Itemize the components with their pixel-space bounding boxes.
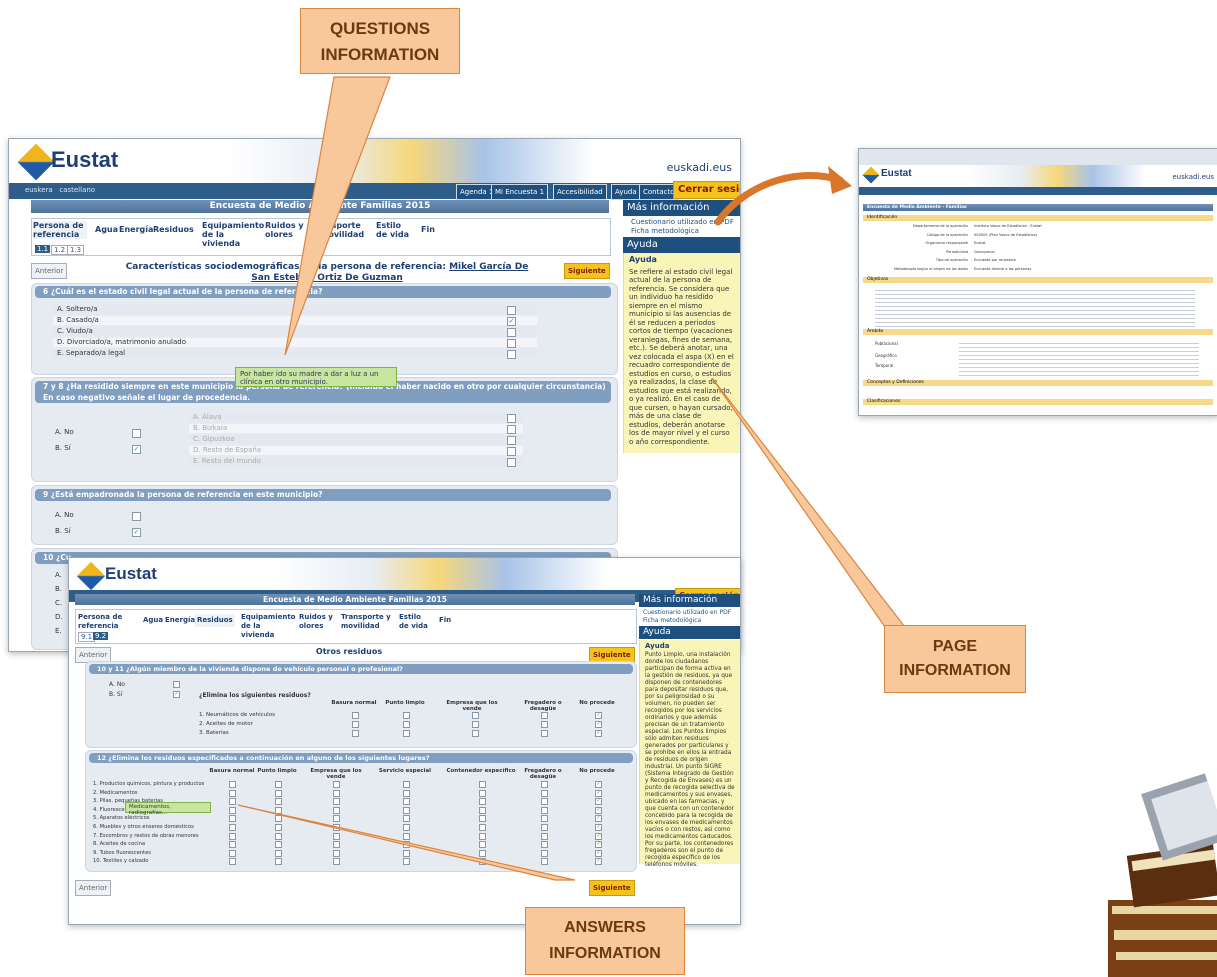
answers-information-callout: ANSWERS INFORMATION: [525, 907, 685, 975]
identification-value: Instituto Vasco de Estadística - Eustat: [974, 224, 1042, 228]
curved-arrow: [714, 172, 844, 226]
identification-value: Encuesta directa a las personas: [974, 266, 1032, 271]
callout-pointers: [237, 76, 1217, 977]
questions-information-callout: QUESTIONS INFORMATION: [300, 8, 460, 74]
identification-label: Periodicidad: [946, 249, 968, 254]
page-pointer: [711, 377, 907, 628]
identification-label: Tipo de operación: [935, 258, 968, 262]
answers-pointer: [237, 804, 576, 881]
identification-value: 050005 (Plan Vasco de Estadística): [974, 232, 1038, 237]
identification-value: Eustat: [974, 241, 986, 245]
identification-value: Quinquenal: [974, 249, 995, 254]
page-information-callout: PAGE INFORMATION: [884, 625, 1026, 693]
books-icon: [1108, 773, 1217, 977]
identification-label: Organismo responsable: [925, 241, 968, 245]
identification-label: Metodología según el origen de los datos: [893, 266, 968, 271]
identification-label: Departamento de la operación: [912, 224, 968, 228]
questions-pointer: [284, 76, 391, 356]
identification-label: Código de la operación: [926, 232, 968, 237]
identification-value: Encuesta por muestreo: [974, 258, 1016, 262]
curved-arrow-head: [828, 166, 852, 194]
